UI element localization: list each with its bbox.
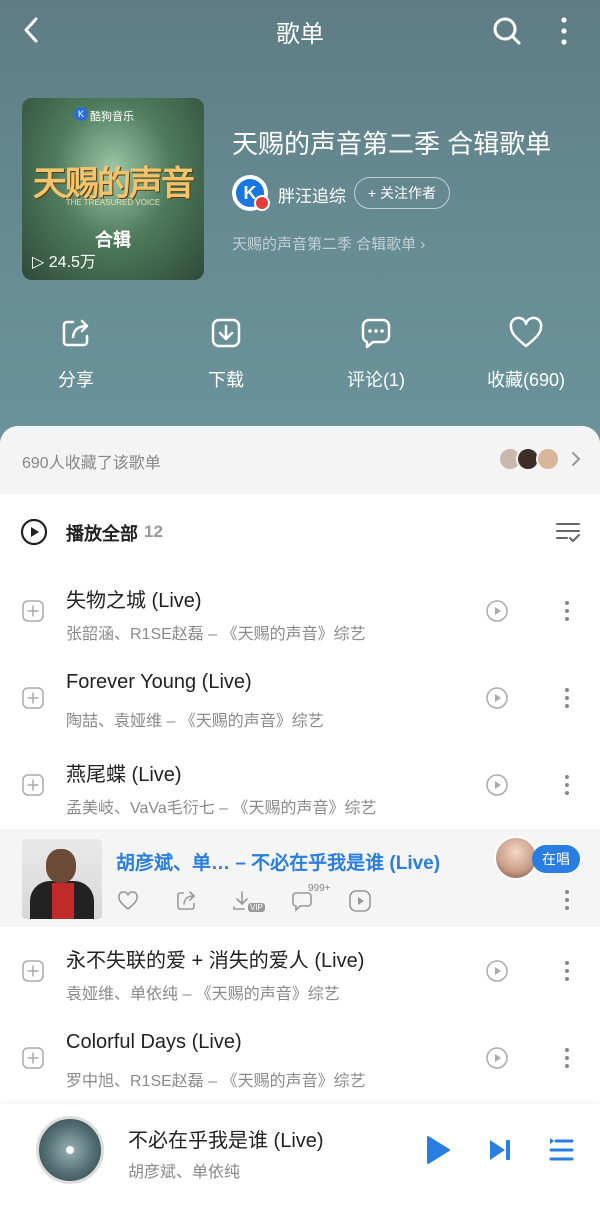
download-action[interactable]: 下载: [171, 316, 281, 396]
more-vertical-icon[interactable]: [558, 598, 576, 624]
share-icon: [62, 319, 89, 347]
playlist-queue-icon[interactable]: [548, 1136, 574, 1164]
search-icon[interactable]: [490, 14, 524, 48]
favorite-action[interactable]: 收藏(690): [471, 316, 581, 396]
play-all-button[interactable]: 播放全部: [66, 520, 138, 546]
playlist-title: 天赐的声音第二季 合辑歌单: [232, 129, 552, 159]
song-row[interactable]: 失物之城 (Live) 张韶涵、R1SE赵磊 – 《天赐的声音》综艺: [0, 570, 600, 656]
like-icon[interactable]: [116, 889, 140, 913]
song-artists: 罗中旭、R1SE赵磊 – 《天赐的声音》综艺: [66, 1073, 366, 1090]
author-badge-icon: [254, 195, 270, 211]
comment-label: 评论(1): [347, 370, 405, 390]
song-thumbnail: [22, 839, 102, 919]
play-count: ▷ 24.5万: [32, 248, 96, 272]
mv-play-icon[interactable]: [486, 687, 508, 709]
kugou-logo-icon: K: [74, 107, 88, 121]
add-to-list-icon[interactable]: [22, 774, 44, 796]
more-vertical-icon[interactable]: [552, 14, 576, 48]
author-avatar[interactable]: K: [232, 175, 270, 211]
thumb-figure-scarf: [52, 883, 74, 919]
now-playing-title: 胡彦斌、单… – 不必在乎我是谁 (Live): [116, 853, 441, 874]
song-title: Forever Young (Live): [66, 671, 252, 693]
playlist-cover[interactable]: K 酷狗音乐 天赐的声音 THE TREASURED VOICE 合辑 ▷ 24…: [22, 98, 204, 280]
share-icon[interactable]: [174, 889, 198, 913]
play-triangle-icon: ▷: [32, 254, 45, 271]
more-vertical-icon[interactable]: [558, 1045, 576, 1071]
mv-play-icon[interactable]: [486, 960, 508, 982]
playlist-description[interactable]: 天赐的声音第二季 合辑歌单 ›: [232, 233, 425, 254]
more-vertical-icon[interactable]: [558, 772, 576, 798]
share-action[interactable]: 分享: [21, 316, 131, 396]
song-artists: 张韶涵、R1SE赵磊 – 《天赐的声音》综艺: [66, 626, 366, 643]
add-to-list-icon[interactable]: [22, 687, 44, 709]
top-bar: 歌单: [0, 0, 600, 62]
mv-play-icon[interactable]: [486, 1047, 508, 1069]
mv-play-icon[interactable]: [486, 774, 508, 796]
play-all-icon[interactable]: [20, 518, 48, 546]
follow-author-button[interactable]: + 关注作者: [354, 177, 450, 209]
singing-badge[interactable]: 在唱: [532, 845, 580, 873]
fan-avatar: [536, 447, 560, 471]
vip-badge: VIP: [248, 903, 265, 912]
now-playing-row[interactable]: 胡彦斌、单… – 不必在乎我是谁 (Live) VIP 999+ 在唱: [0, 829, 600, 927]
song-title: Colorful Days (Live): [66, 1031, 242, 1053]
favorite-label: 收藏(690): [486, 370, 566, 390]
download-icon: [211, 318, 241, 348]
song-artists: 陶喆、袁娅维 – 《天赐的声音》综艺: [66, 713, 324, 730]
song-title: 燕尾蝶 (Live): [66, 764, 182, 786]
song-count: 12: [144, 522, 163, 541]
author-name[interactable]: 胖汪追综: [278, 182, 346, 207]
player-song-title: 不必在乎我是谁 (Live): [128, 1130, 324, 1152]
more-vertical-icon[interactable]: [558, 685, 576, 711]
comment-count-badge: 999+: [308, 883, 331, 894]
next-track-icon[interactable]: [486, 1136, 514, 1164]
favorites-text: 690人收藏了该歌单: [22, 455, 161, 472]
song-title: 失物之城 (Live): [66, 590, 202, 612]
song-artists: 孟美岐、VaVa毛衍七 – 《天赐的声音》综艺: [66, 800, 377, 817]
add-to-list-icon[interactable]: [22, 960, 44, 982]
play-icon[interactable]: [424, 1134, 452, 1166]
mini-player[interactable]: 不必在乎我是谁 (Live) 胡彦斌、单依纯: [0, 1104, 600, 1206]
cover-show-subtitle: THE TREASURED VOICE: [65, 198, 161, 207]
multi-select-icon[interactable]: [554, 518, 582, 546]
song-title: 永不失联的爱 + 消失的爱人 (Live): [66, 950, 365, 972]
comment-action[interactable]: 评论(1): [321, 316, 431, 396]
song-row[interactable]: Forever Young (Live) 陶喆、袁娅维 – 《天赐的声音》综艺: [0, 657, 600, 743]
thumb-figure-head: [46, 849, 76, 883]
mv-play-icon[interactable]: [348, 889, 372, 913]
song-row[interactable]: 燕尾蝶 (Live) 孟美岐、VaVa毛衍七 – 《天赐的声音》综艺: [0, 744, 600, 830]
mv-play-icon[interactable]: [486, 600, 508, 622]
song-row[interactable]: 永不失联的爱 + 消失的爱人 (Live) 袁娅维、单依纯 – 《天赐的声音》综…: [0, 930, 600, 1016]
heart-icon: [509, 316, 543, 348]
play-count-value: 24.5万: [48, 254, 96, 271]
album-disc[interactable]: [36, 1116, 104, 1184]
share-label: 分享: [58, 370, 94, 390]
player-artist: 胡彦斌、单依纯: [128, 1164, 241, 1181]
download-label: 下载: [208, 370, 244, 390]
song-artists: 袁娅维、单依纯 – 《天赐的声音》综艺: [66, 986, 340, 1003]
chevron-right-icon[interactable]: [568, 448, 584, 470]
disc-hole: [66, 1146, 74, 1154]
more-vertical-icon[interactable]: [558, 958, 576, 984]
song-row[interactable]: Colorful Days (Live) 罗中旭、R1SE赵磊 – 《天赐的声音…: [0, 1017, 600, 1103]
cover-brand: 酷狗音乐: [90, 111, 134, 123]
add-to-list-icon[interactable]: [22, 1047, 44, 1069]
comment-icon: [361, 318, 391, 349]
more-vertical-icon[interactable]: [558, 887, 576, 913]
add-to-list-icon[interactable]: [22, 600, 44, 622]
